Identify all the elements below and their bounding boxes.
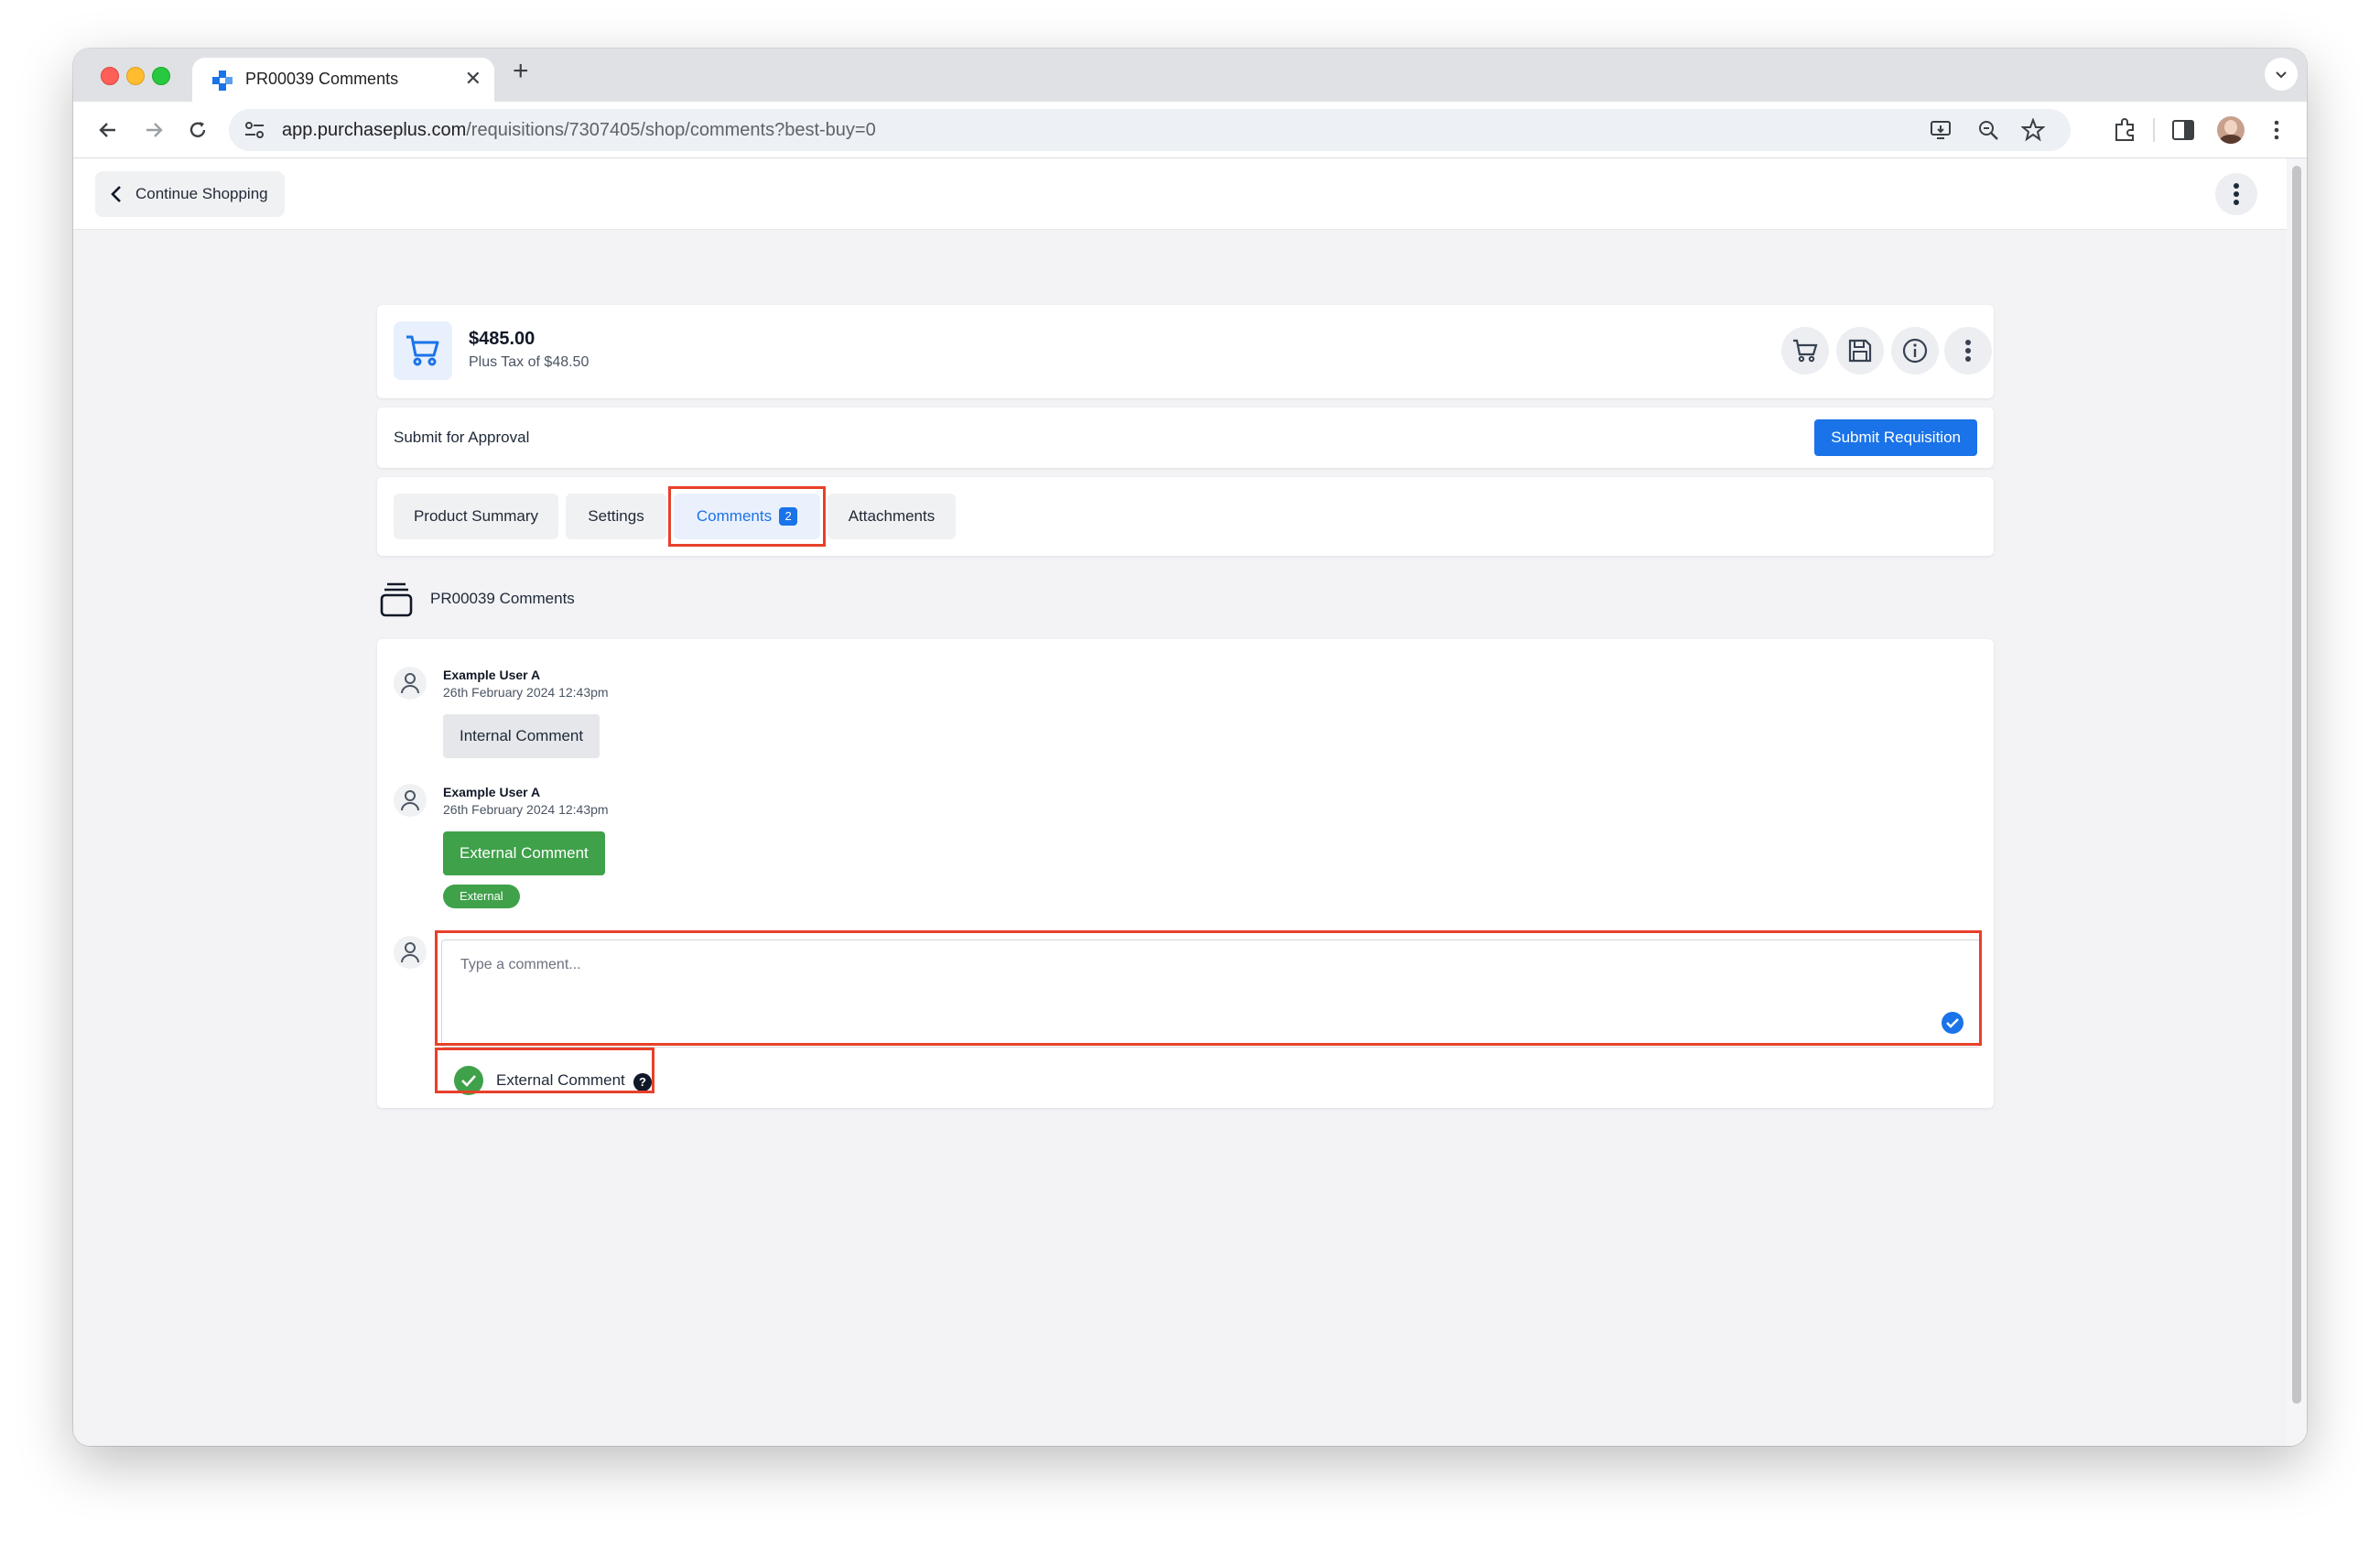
install-app-icon[interactable] <box>1930 119 1953 141</box>
page-scrollbar[interactable] <box>2287 158 2307 1446</box>
external-comment-bubble: External Comment <box>443 831 605 875</box>
tab-settings[interactable]: Settings <box>566 494 666 539</box>
scrollbar-thumb[interactable] <box>2292 166 2301 1404</box>
tab-close-icon[interactable]: ✕ <box>465 67 481 91</box>
shopping-cart-icon <box>406 335 439 366</box>
cart-total: $485.00 <box>469 329 536 349</box>
cart-summary-card: $485.00 Plus Tax of $48.50 <box>377 305 1994 398</box>
reload-icon[interactable] <box>185 117 211 143</box>
comments-stack-icon <box>380 582 413 617</box>
view-cart-button[interactable] <box>1781 327 1829 375</box>
page-content: Continue Shopping $485.00 Plus Tax of $4… <box>73 158 2287 1446</box>
user-icon <box>401 942 419 963</box>
zoom-window-button[interactable] <box>152 67 170 85</box>
submit-approval-label: Submit for Approval <box>394 429 530 446</box>
tab-title: PR00039 Comments <box>245 70 399 88</box>
forward-arrow-icon[interactable] <box>141 117 167 143</box>
vertical-dots-icon <box>1965 340 1971 362</box>
composer-avatar <box>394 936 427 969</box>
checked-circle-icon <box>454 1066 483 1095</box>
help-question-icon[interactable]: ? <box>633 1073 652 1091</box>
extensions-icon[interactable] <box>2111 116 2138 144</box>
vertical-dots-icon <box>2234 183 2239 205</box>
chevron-left-icon <box>111 186 121 202</box>
browser-tab-active[interactable]: PR00039 Comments ✕ <box>192 58 494 102</box>
internal-comment-bubble: Internal Comment <box>443 714 600 758</box>
chevron-down-icon <box>2276 71 2287 79</box>
comments-card: Example User A 26th February 2024 12:43p… <box>377 639 1994 1108</box>
comment-input[interactable] <box>441 939 1981 1048</box>
zoom-icon[interactable] <box>1977 119 1999 141</box>
tab-attachments[interactable]: Attachments <box>828 494 956 539</box>
browser-menu-icon[interactable] <box>2263 116 2290 144</box>
cart-icon-box <box>394 321 452 380</box>
comment-avatar <box>394 784 427 817</box>
continue-shopping-button[interactable]: Continue Shopping <box>95 171 285 217</box>
submit-requisition-button[interactable]: Submit Requisition <box>1814 419 1977 456</box>
user-icon <box>401 673 419 694</box>
tab-search-button[interactable] <box>2265 58 2298 91</box>
url-path: /requisitions/7307405/shop/comments?best… <box>466 120 876 140</box>
side-panel-icon[interactable] <box>2169 116 2197 144</box>
save-floppy-icon <box>1848 339 1872 363</box>
comment-date: 26th February 2024 12:43pm <box>443 802 609 817</box>
comment-author: Example User A <box>443 668 541 682</box>
tab-product-summary[interactable]: Product Summary <box>394 494 558 539</box>
comment-avatar <box>394 667 427 700</box>
new-tab-icon[interactable]: + <box>513 58 529 85</box>
bookmark-star-icon[interactable] <box>2021 118 2045 142</box>
browser-toolbar: app.purchaseplus.com/requisitions/730740… <box>73 102 2307 158</box>
comments-section-title: PR00039 Comments <box>430 590 575 607</box>
external-comment-label: External Comment <box>496 1071 625 1089</box>
browser-window: PR00039 Comments ✕ + app.purchaseplus.co… <box>73 49 2307 1446</box>
site-settings-icon[interactable] <box>243 120 265 140</box>
toolbar-divider <box>2153 118 2155 142</box>
minimize-window-button[interactable] <box>126 67 145 85</box>
page-more-options-button[interactable] <box>2215 173 2257 215</box>
user-icon <box>401 790 419 811</box>
tab-comments[interactable]: Comments 2 <box>674 494 820 539</box>
info-button[interactable] <box>1891 327 1939 375</box>
cart-icon <box>1793 339 1818 363</box>
purchaseplus-favicon-icon <box>212 71 233 91</box>
url-host: app.purchaseplus.com <box>282 120 467 140</box>
info-circle-icon <box>1902 338 1928 364</box>
address-bar[interactable]: app.purchaseplus.com/requisitions/730740… <box>229 109 2071 151</box>
back-arrow-icon[interactable] <box>95 117 121 143</box>
cart-more-options-button[interactable] <box>1944 327 1992 375</box>
send-check-icon[interactable] <box>1941 1011 1964 1035</box>
comment-author: Example User A <box>443 785 541 799</box>
submit-approval-card: Submit for Approval Submit Requisition <box>377 407 1994 468</box>
cart-tax: Plus Tax of $48.50 <box>469 354 590 370</box>
continue-shopping-label: Continue Shopping <box>135 185 268 202</box>
tabs-card: Product Summary Settings Comments 2 Attac… <box>377 477 1994 556</box>
url-text: app.purchaseplus.com/requisitions/730740… <box>282 120 876 141</box>
top-navigation-bar: Continue Shopping <box>73 158 2287 230</box>
tab-comments-label: Comments <box>696 507 773 525</box>
close-window-button[interactable] <box>101 67 119 85</box>
comment-date: 26th February 2024 12:43pm <box>443 685 609 700</box>
external-tag: External <box>443 885 520 908</box>
save-button[interactable] <box>1836 327 1884 375</box>
browser-titlebar: PR00039 Comments ✕ + <box>73 49 2307 102</box>
profile-avatar[interactable] <box>2217 116 2245 144</box>
comments-count-badge: 2 <box>779 507 798 526</box>
